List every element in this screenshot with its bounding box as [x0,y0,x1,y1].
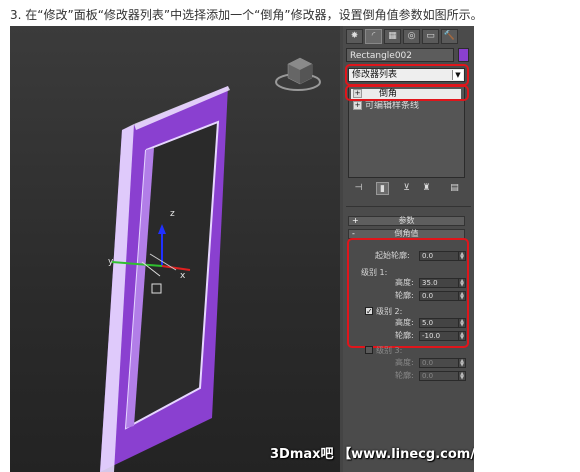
level3-label: 级别 3: [376,346,403,355]
level3-checkbox[interactable] [365,346,373,354]
level2-outline-spinner[interactable]: -10.0 ▲ ▼ [419,331,466,341]
level1-height-spinner[interactable]: 35.0 ▲ ▼ [419,278,466,288]
level3-height-label: 高度: [395,358,414,367]
spinner-arrows-icon[interactable]: ▲ ▼ [458,292,465,301]
level1-height-label: 高度: [395,278,414,287]
viewport-canvas: y z x [100,57,321,472]
level2-height-label: 高度: [395,318,414,327]
command-panel: ✸ ◜ ▦ ◎ ▭ 🔨 Rectangle002 修改器列表 ▼ + 倒角 + 可编… [343,26,474,472]
spinner-arrows-icon[interactable]: ▲ ▼ [458,252,465,261]
utilities-tab-icon[interactable]: 🔨 [441,29,458,44]
level2-checkbox[interactable]: ✓ [365,307,373,316]
level2-outline-label: 轮廓: [395,331,414,340]
instruction-caption: 3. 在“修改”面板“修改器列表”中选择添加一个“倒角”修改器，设置倒角值参数如… [10,8,483,22]
start-outline-label: 起始轮廓: [375,251,410,260]
highlight-bevel-item [345,85,469,101]
level1-label: 级别 1: [361,268,388,277]
pin-stack-icon[interactable]: ⊣ [352,182,365,195]
create-tab-icon[interactable]: ✸ [346,29,363,44]
object-color-swatch[interactable] [458,48,469,62]
level3-outline-label: 轮廓: [395,371,414,380]
spinner-arrows-icon[interactable]: ▲ ▼ [458,332,465,341]
spinner-arrows-icon[interactable]: ▲ ▼ [458,359,465,368]
stack-toolbar: ⊣ ▮ ⊻ ♜ ▤ [348,180,465,198]
app-screenshot: y z x ✸ ◜ ▦ ◎ ▭ 🔨 Rectangle002 修改器列表 ▼ +… [10,26,474,472]
frame-object[interactable] [100,86,230,472]
level2-height-spinner[interactable]: 5.0 ▲ ▼ [419,318,466,328]
stack-item-editable-spline[interactable]: + 可编辑样条线 [351,101,461,112]
remove-modifier-icon[interactable]: ♜ [420,182,433,195]
parameters-rollout-header[interactable]: + 参数 [348,216,465,226]
expand-icon[interactable]: + [353,101,362,110]
display-tab-icon[interactable]: ▭ [422,29,439,44]
object-name-field[interactable]: Rectangle002 [346,48,454,62]
axis-z-label: z [170,209,175,219]
spinner-arrows-icon[interactable]: ▲ ▼ [458,279,465,288]
divider [346,206,471,207]
viewcube-icon[interactable] [275,57,321,91]
level3-outline-spinner[interactable]: 0.0 ▲ ▼ [419,371,466,381]
spinner-arrows-icon[interactable]: ▲ ▼ [458,319,465,328]
show-end-result-icon[interactable]: ▮ [376,182,389,195]
axis-x-label: x [180,271,186,281]
spinner-arrows-icon[interactable]: ▲ ▼ [458,372,465,381]
perspective-viewport[interactable]: y z x [10,26,340,472]
start-outline-spinner[interactable]: 0.0 ▲ ▼ [419,251,466,261]
make-unique-icon[interactable]: ⊻ [400,182,413,195]
level2-label: 级别 2: [376,307,403,316]
highlight-modifier-list [345,64,469,86]
watermark-text: 3Dmax吧 【www.linecg.com/tieba/1771】 [270,447,474,462]
modify-tab-icon[interactable]: ◜ [365,29,382,44]
level1-outline-spinner[interactable]: 0.0 ▲ ▼ [419,291,466,301]
level1-outline-label: 轮廓: [395,291,414,300]
motion-tab-icon[interactable]: ◎ [403,29,420,44]
level3-height-spinner[interactable]: 0.0 ▲ ▼ [419,358,466,368]
configure-modifier-sets-icon[interactable]: ▤ [448,182,461,195]
axis-y-label: y [108,257,114,267]
hierarchy-tab-icon[interactable]: ▦ [384,29,401,44]
